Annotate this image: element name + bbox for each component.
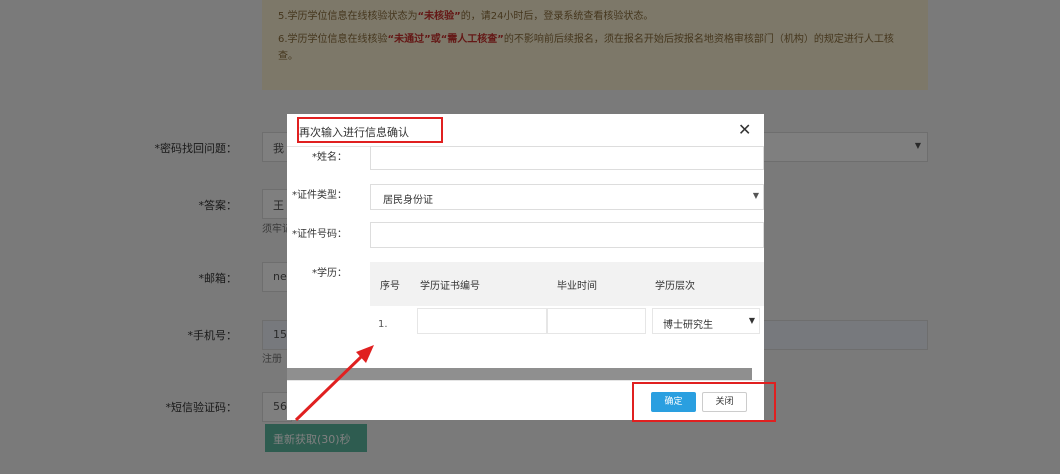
id-type-label: *证件类型：: [292, 190, 347, 201]
id-number-label: *证件号码：: [292, 229, 347, 240]
confirm-info-dialog: 再次输入进行信息确认 ✕ *姓名： *证件类型： 居民身份证 ▼ *证件号码： …: [287, 114, 764, 420]
column-header-grad-time: 毕业时间: [557, 281, 597, 292]
level-select[interactable]: 博士研究生 ▼: [652, 308, 760, 334]
table-header: 序号 学历证书编号 毕业时间 学历层次: [370, 262, 764, 306]
id-number-input[interactable]: [370, 222, 764, 248]
grad-time-input[interactable]: [547, 308, 646, 334]
name-input[interactable]: [370, 146, 764, 170]
buttons-highlight-box: [632, 382, 776, 422]
footer-divider: [287, 380, 764, 381]
row-index: 1.: [378, 319, 388, 330]
column-header-cert-no: 学历证书编号: [420, 281, 480, 292]
close-icon[interactable]: ✕: [738, 122, 751, 138]
name-label: *姓名：: [312, 152, 347, 163]
horizontal-scrollbar[interactable]: [287, 368, 752, 380]
cert-no-input[interactable]: [417, 308, 547, 334]
id-type-select[interactable]: 居民身份证 ▼: [370, 184, 764, 210]
chevron-down-icon: ▼: [752, 191, 759, 200]
column-header-level: 学历层次: [655, 281, 695, 292]
column-header-index: 序号: [380, 281, 400, 292]
education-label: *学历：: [312, 268, 347, 279]
chevron-down-icon: ▼: [748, 316, 755, 325]
title-highlight-box: [297, 117, 443, 143]
